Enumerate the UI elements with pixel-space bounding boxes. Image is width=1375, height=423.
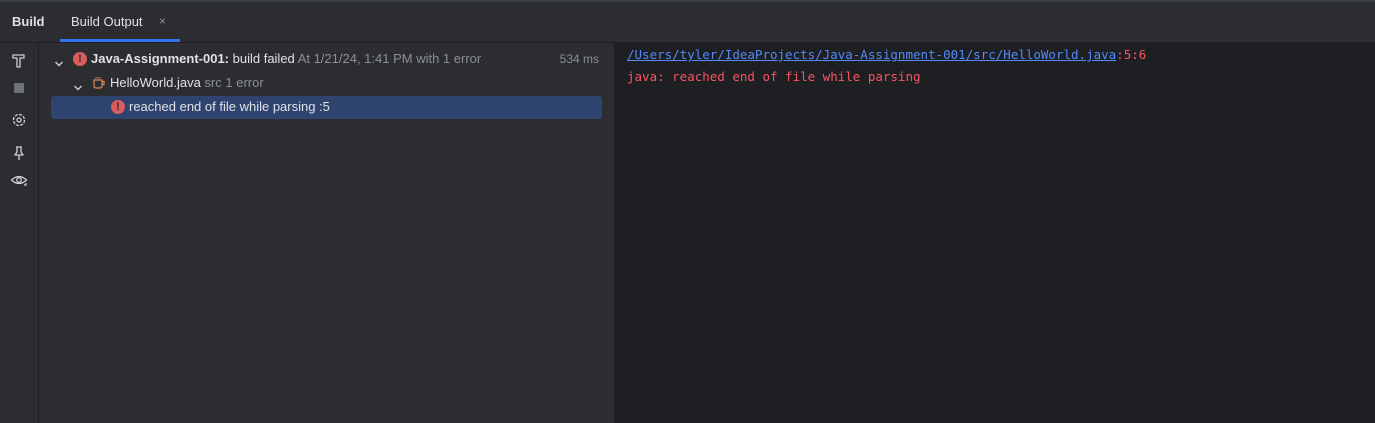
tree-row-error-message[interactable]: ! reached end of file while parsing :5 [51, 96, 602, 119]
file-location: src [204, 75, 222, 90]
error-message: reached end of file while parsing :5 [129, 99, 330, 114]
error-icon: ! [73, 52, 87, 66]
project-name: Java-Assignment-001: [91, 51, 229, 66]
tab-label: Build Output [71, 14, 143, 29]
tab-build-output[interactable]: Build Output × [60, 2, 180, 42]
file-name: HelloWorld.java [110, 75, 201, 90]
close-icon[interactable]: × [159, 14, 166, 28]
tool-window-header: Build Build Output × [0, 2, 1375, 43]
error-icon: ! [111, 100, 125, 114]
build-tree: ! Java-Assignment-001: build failed At 1… [39, 43, 615, 423]
stop-icon[interactable] [10, 79, 28, 97]
tree-row-file[interactable]: HelloWorld.java src 1 error [39, 72, 614, 94]
settings-icon[interactable] [10, 111, 28, 129]
pin-icon[interactable] [10, 144, 28, 162]
build-status: build failed [232, 51, 295, 66]
build-console-output: /Users/tyler/IdeaProjects/Java-Assignmen… [615, 43, 1375, 423]
tree-row-build-result[interactable]: ! Java-Assignment-001: build failed At 1… [39, 48, 614, 70]
build-duration: 534 ms [559, 52, 599, 66]
hammer-icon[interactable] [10, 52, 28, 70]
chevron-down-icon[interactable] [54, 54, 64, 67]
chevron-down-icon[interactable] [73, 78, 83, 91]
console-line-location: /Users/tyler/IdeaProjects/Java-Assignmen… [627, 47, 1146, 62]
build-detail: At 1/21/24, 1:41 PM with 1 error [297, 51, 482, 66]
build-toolbar [0, 43, 39, 423]
console-error-message: java: reached end of file while parsing [627, 69, 921, 84]
tool-window-title: Build [12, 14, 45, 29]
eye-icon[interactable] [10, 171, 28, 189]
file-path-link[interactable]: /Users/tyler/IdeaProjects/Java-Assignmen… [627, 47, 1116, 62]
active-tab-indicator [60, 39, 180, 42]
file-error-count: 1 error [225, 75, 264, 90]
line-column: :5:6 [1116, 47, 1147, 62]
java-file-icon [92, 75, 106, 89]
